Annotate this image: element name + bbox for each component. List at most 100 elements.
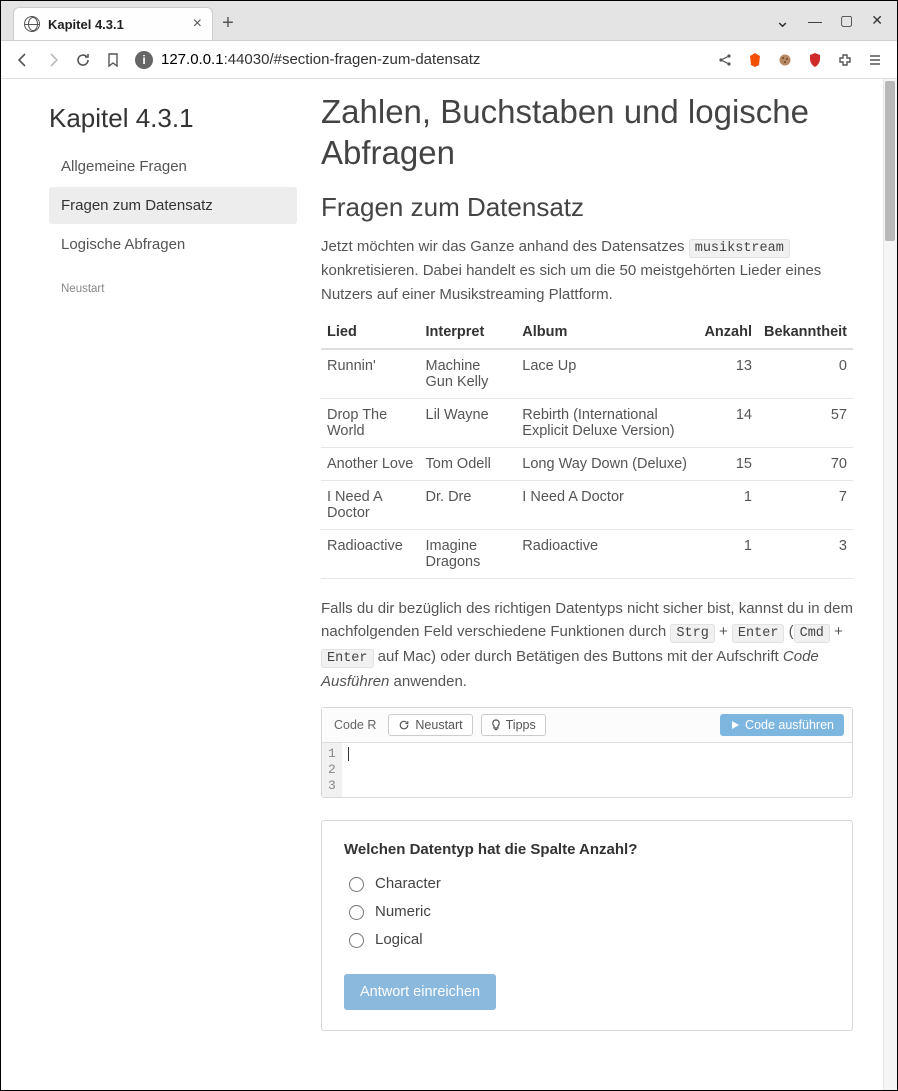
minimize-button[interactable]: — [808, 13, 822, 29]
table-cell: I Need A Doctor [321, 480, 420, 529]
th-lied: Lied [321, 316, 420, 349]
quiz-option-label: Logical [375, 931, 423, 948]
th-anzahl: Anzahl [698, 316, 758, 349]
table-cell: 57 [758, 398, 853, 447]
quiz-option-character[interactable]: Character [344, 874, 830, 892]
th-album: Album [516, 316, 698, 349]
browser-window: Kapitel 4.3.1 × + ⌄ — ▢ ✕ i 127.0.0.1:44… [0, 0, 898, 1091]
table-cell: Dr. Dre [420, 480, 517, 529]
table-cell: 14 [698, 398, 758, 447]
tipps-button[interactable]: Tipps [481, 714, 546, 736]
table-cell: Long Way Down (Deluxe) [516, 447, 698, 480]
titlebar: Kapitel 4.3.1 × + ⌄ — ▢ ✕ [1, 1, 897, 41]
url-bar[interactable]: i 127.0.0.1:44030/#section-fragen-zum-da… [135, 51, 703, 69]
navbar: i 127.0.0.1:44030/#section-fragen-zum-da… [1, 41, 897, 79]
table-header-row: Lied Interpret Album Anzahl Bekanntheit [321, 316, 853, 349]
url-text: 127.0.0.1:44030/#section-fragen-zum-date… [161, 51, 480, 68]
quiz-box: Welchen Datentyp hat die Spalte Anzahl? … [321, 820, 853, 1031]
nav-back-button[interactable] [15, 52, 31, 68]
sidebar-item-allgemeine[interactable]: Allgemeine Fragen [49, 148, 297, 185]
new-tab-button[interactable]: + [213, 7, 243, 40]
kbd-cmd: Cmd [794, 624, 830, 643]
tab-title: Kapitel 4.3.1 [48, 17, 185, 32]
scrollbar-thumb[interactable] [885, 81, 895, 241]
quiz-option-numeric[interactable]: Numeric [344, 902, 830, 920]
table-row: RadioactiveImagine DragonsRadioactive13 [321, 529, 853, 578]
table-cell: I Need A Doctor [516, 480, 698, 529]
nav-forward-button[interactable] [45, 52, 61, 68]
submit-answer-button[interactable]: Antwort einreichen [344, 974, 496, 1010]
extensions-icon[interactable] [837, 52, 853, 68]
sidebar-item-logische[interactable]: Logische Abfragen [49, 226, 297, 263]
table-cell: 1 [698, 529, 758, 578]
scrollbar[interactable] [883, 79, 897, 1090]
viewport: Kapitel 4.3.1 Allgemeine Fragen Fragen z… [1, 79, 897, 1090]
run-button[interactable]: Code ausführen [720, 714, 844, 736]
code-editor[interactable]: 123 [322, 743, 852, 797]
table-cell: 13 [698, 349, 758, 399]
close-tab-icon[interactable]: × [193, 15, 202, 33]
table-row: I Need A DoctorDr. DreI Need A Doctor17 [321, 480, 853, 529]
table-cell: Radioactive [321, 529, 420, 578]
table-row: Drop The WorldLil WayneRebirth (Internat… [321, 398, 853, 447]
sidebar-neustart[interactable]: Neustart [49, 283, 297, 295]
kbd-enter: Enter [732, 624, 785, 643]
sidebar-item-datensatz[interactable]: Fragen zum Datensatz [49, 187, 297, 224]
code-area[interactable] [342, 743, 852, 797]
table-cell: 15 [698, 447, 758, 480]
kbd-enter-2: Enter [321, 649, 374, 668]
quiz-option-logical[interactable]: Logical [344, 930, 830, 948]
table-cell: 3 [758, 529, 853, 578]
code-box: Code R Neustart Tipps Code ausführe [321, 707, 853, 798]
table-row: Runnin'Machine Gun KellyLace Up130 [321, 349, 853, 399]
bulb-icon [491, 719, 501, 731]
instruction-paragraph: Falls du dir bezüglich des richtigen Dat… [321, 597, 853, 693]
table-cell: Rebirth (International Explicit Deluxe V… [516, 398, 698, 447]
radio-character[interactable] [349, 877, 364, 892]
section-heading: Fragen zum Datensatz [321, 192, 853, 223]
quiz-option-label: Character [375, 875, 441, 892]
table-cell: Lace Up [516, 349, 698, 399]
th-bekanntheit: Bekanntheit [758, 316, 853, 349]
data-table: Lied Interpret Album Anzahl Bekanntheit … [321, 316, 853, 579]
main-content: Zahlen, Buchstaben und logische Abfragen… [313, 79, 883, 1090]
codebox-toolbar: Code R Neustart Tipps Code ausführe [322, 708, 852, 743]
cookie-icon[interactable] [777, 52, 793, 68]
close-window-button[interactable]: ✕ [871, 12, 883, 29]
bookmark-button[interactable] [105, 52, 121, 68]
browser-tab[interactable]: Kapitel 4.3.1 × [13, 7, 213, 40]
kbd-strg: Strg [670, 624, 714, 643]
share-icon[interactable] [717, 52, 733, 68]
table-cell: 0 [758, 349, 853, 399]
caret-down-icon[interactable]: ⌄ [775, 11, 790, 32]
radio-numeric[interactable] [349, 905, 364, 920]
page-heading: Zahlen, Buchstaben und logische Abfragen [321, 91, 853, 174]
th-interpret: Interpret [420, 316, 517, 349]
quiz-option-label: Numeric [375, 903, 431, 920]
sidebar-title: Kapitel 4.3.1 [49, 103, 297, 134]
globe-icon [24, 16, 40, 32]
reload-button[interactable] [75, 52, 91, 68]
sidebar: Kapitel 4.3.1 Allgemeine Fragen Fragen z… [1, 79, 313, 1090]
maximize-button[interactable]: ▢ [840, 12, 853, 29]
radio-logical[interactable] [349, 933, 364, 948]
table-cell: Tom Odell [420, 447, 517, 480]
quiz-question: Welchen Datentyp hat die Spalte Anzahl? [344, 841, 830, 858]
table-cell: Lil Wayne [420, 398, 517, 447]
codebox-label: Code R [330, 718, 380, 732]
neustart-button[interactable]: Neustart [388, 714, 472, 736]
site-info-icon[interactable]: i [135, 51, 153, 69]
intro-paragraph: Jetzt möchten wir das Ganze anhand des D… [321, 235, 853, 306]
table-cell: 70 [758, 447, 853, 480]
table-row: Another LoveTom OdellLong Way Down (Delu… [321, 447, 853, 480]
shield-icon[interactable] [807, 52, 823, 68]
brave-icon[interactable] [747, 52, 763, 68]
table-cell: Imagine Dragons [420, 529, 517, 578]
table-cell: Machine Gun Kelly [420, 349, 517, 399]
table-cell: 1 [698, 480, 758, 529]
table-cell: Radioactive [516, 529, 698, 578]
menu-icon[interactable] [867, 52, 883, 68]
refresh-icon [398, 719, 410, 731]
table-cell: Another Love [321, 447, 420, 480]
table-cell: Runnin' [321, 349, 420, 399]
